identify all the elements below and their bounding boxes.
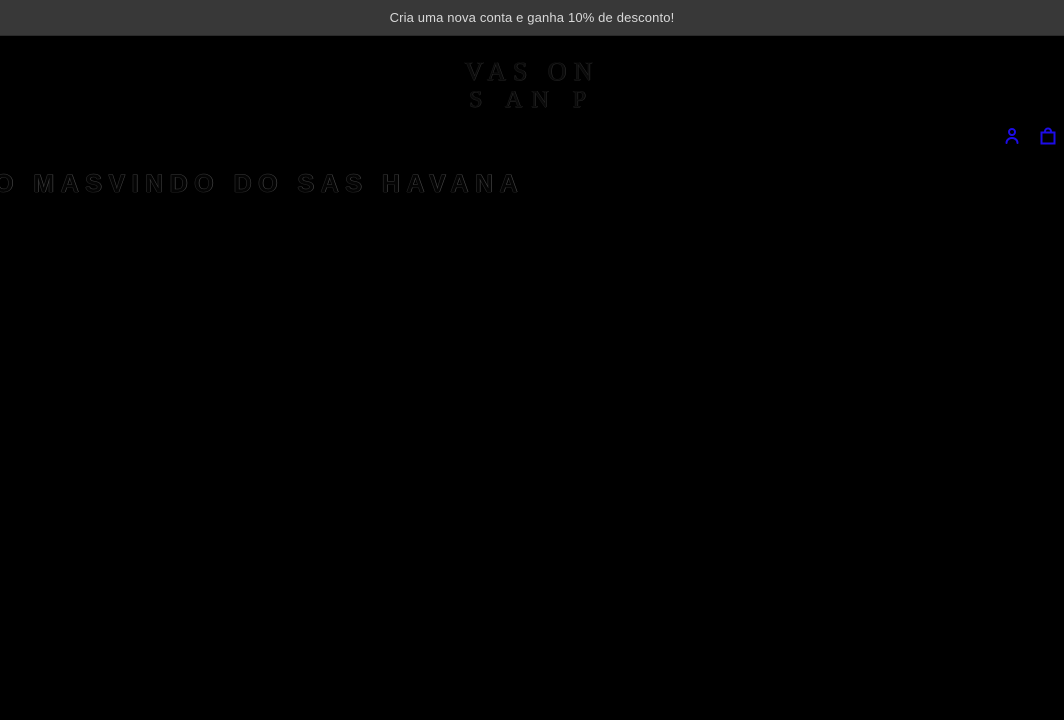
hero-heading: O MASVINDO DO SAS HAVANA (0, 170, 525, 198)
shopping-bag-icon (1038, 126, 1058, 146)
logo-line-2: S AN P (468, 87, 596, 113)
site-header: VAS ON S AN P Início Sobre Produtos S (0, 36, 1064, 185)
account-button[interactable] (1000, 124, 1024, 148)
logo-line-1: VAS ON (464, 57, 600, 86)
cart-button[interactable] (1036, 124, 1060, 148)
hero-section: O MASVINDO DO SAS HAVANA (0, 161, 1064, 720)
announcement-text: Cria uma nova conta e ganha 10% de desco… (389, 10, 675, 25)
account-icon (1002, 126, 1022, 146)
announcement-bar: Cria uma nova conta e ganha 10% de desco… (0, 0, 1064, 36)
site-logo[interactable]: VAS ON S AN P (0, 58, 1064, 114)
header-actions (1000, 124, 1060, 148)
